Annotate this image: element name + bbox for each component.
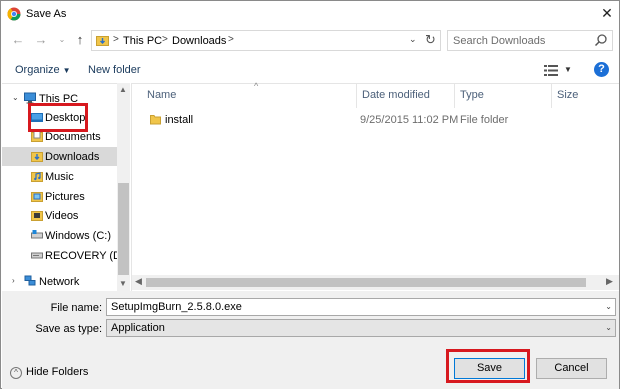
nav-item-music[interactable]: Music [2, 167, 117, 186]
column-header-label: Type [460, 89, 484, 101]
file-name-label: File name: [50, 302, 102, 314]
expand-chevron-icon[interactable]: › [12, 276, 15, 285]
address-bar[interactable]: > This PC > Downloads > ⌄ ↻ [91, 30, 441, 51]
view-dropdown-icon[interactable]: ▼ [564, 65, 572, 74]
breadcrumb-separator-icon[interactable]: > [162, 34, 168, 45]
search-input[interactable]: Search Downloads [447, 30, 613, 51]
hide-folders-label: Hide Folders [26, 366, 89, 378]
network-icon [24, 275, 36, 286]
refresh-icon[interactable]: ↻ [425, 32, 436, 48]
cell-name: install [165, 114, 194, 126]
scroll-right-icon[interactable]: ▶ [606, 276, 613, 287]
nav-item-label: Windows (C:) [45, 230, 112, 242]
help-icon[interactable]: ? [594, 62, 609, 77]
new-folder-button[interactable]: New folder [88, 64, 141, 76]
column-header-label: Size [557, 89, 579, 101]
save-as-dialog: Save As ✕ ← → ⌄ ↑ > This PC > Downloads … [0, 0, 620, 389]
chevron-up-icon: ^ [10, 367, 22, 379]
search-placeholder: Search Downloads [453, 35, 546, 47]
scroll-up-icon[interactable]: ▲ [119, 85, 127, 94]
scroll-left-icon[interactable]: ◀ [135, 276, 142, 287]
sort-ascending-icon: ^ [254, 81, 259, 91]
cell-type: File folder [460, 114, 509, 126]
column-header-type[interactable]: Type [455, 84, 552, 108]
file-list: ^ Name Date modified Type Size install 9… [131, 81, 620, 291]
drive-icon [31, 252, 43, 259]
downloads-folder-icon [31, 152, 43, 162]
cancel-button[interactable]: Cancel [536, 358, 607, 379]
nav-item-pictures[interactable]: Pictures [2, 187, 117, 206]
command-bar: Organize ▼ New folder ▼ [1, 57, 619, 83]
file-name-input[interactable]: SetupImgBurn_2.5.8.0.exe ⌄ [106, 298, 616, 316]
save-as-type-label: Save as type: [35, 323, 102, 335]
music-folder-icon [31, 172, 43, 182]
column-header-name[interactable]: ^ Name [142, 81, 357, 108]
file-name-value: SetupImgBurn_2.5.8.0.exe [111, 301, 242, 313]
window-title: Save As [26, 8, 67, 20]
search-icon[interactable] [594, 33, 608, 47]
breadcrumb-separator-icon[interactable]: > [228, 34, 234, 45]
nav-item-recovery-d[interactable]: RECOVERY (D:) [2, 246, 128, 265]
hide-folders-button[interactable]: ^ Hide Folders [10, 366, 88, 379]
videos-folder-icon [31, 211, 43, 221]
nav-item-label: Documents [45, 131, 101, 143]
scroll-down-icon[interactable]: ▼ [119, 279, 127, 288]
folder-icon [150, 115, 161, 125]
up-arrow-icon[interactable]: ↑ [72, 32, 88, 48]
chrome-app-icon [7, 7, 21, 21]
scrollbar-thumb[interactable] [118, 183, 129, 275]
scrollbar-thumb[interactable] [146, 278, 586, 287]
column-header-date-modified[interactable]: Date modified [357, 84, 455, 108]
view-options-icon[interactable] [544, 65, 558, 76]
back-arrow-icon[interactable]: ← [10, 32, 26, 48]
title-bar: Save As ✕ [1, 1, 619, 27]
nav-item-label: Pictures [45, 191, 85, 203]
nav-scrollbar[interactable]: ▲ ▼ [117, 83, 130, 291]
nav-item-downloads[interactable]: Downloads [2, 147, 117, 166]
breadcrumb-separator-icon[interactable]: > [113, 34, 119, 45]
downloads-folder-icon [96, 36, 109, 46]
forward-arrow-icon[interactable]: → [33, 32, 49, 48]
breadcrumb-this-pc[interactable]: This PC [123, 35, 162, 47]
close-icon[interactable]: ✕ [597, 3, 617, 23]
column-header-size[interactable]: Size [552, 84, 620, 108]
nav-item-windows-c[interactable]: Windows (C:) [2, 226, 117, 245]
nav-item-label: Videos [45, 210, 79, 222]
save-as-type-value: Application [111, 322, 165, 334]
drive-icon [31, 230, 43, 239]
save-as-type-select[interactable]: Application ⌄ [106, 319, 616, 337]
nav-item-label: Downloads [45, 151, 100, 163]
horizontal-scrollbar[interactable]: ◀ ▶ [132, 275, 619, 290]
address-dropdown-icon[interactable]: ⌄ [409, 34, 417, 45]
desktop-highlight-box [28, 103, 88, 132]
column-header-label: Name [147, 89, 177, 101]
nav-item-videos[interactable]: Videos [2, 206, 117, 225]
cell-date: 9/25/2015 11:02 PM [360, 114, 459, 126]
nav-item-label: RECOVERY (D:) [45, 250, 128, 262]
recent-locations-chevron-icon[interactable]: ⌄ [54, 32, 70, 48]
save-highlight-box [446, 349, 530, 383]
pictures-folder-icon [31, 192, 43, 202]
column-header-label: Date modified [362, 89, 430, 101]
nav-item-label: Music [45, 171, 74, 183]
chevron-down-icon[interactable]: ⌄ [605, 323, 612, 332]
nav-item-label: Network [39, 276, 80, 288]
organize-label: Organize [15, 64, 60, 76]
organize-button[interactable]: Organize ▼ [15, 64, 71, 76]
chevron-down-icon[interactable]: ⌄ [605, 302, 612, 311]
breadcrumb-downloads[interactable]: Downloads [172, 35, 226, 47]
collapse-chevron-icon[interactable]: ⌄ [12, 93, 19, 102]
nav-item-network[interactable]: › Network [2, 272, 117, 291]
table-row[interactable]: install 9/25/2015 11:02 PM File folder [150, 111, 550, 129]
chevron-down-icon: ▼ [62, 66, 71, 75]
